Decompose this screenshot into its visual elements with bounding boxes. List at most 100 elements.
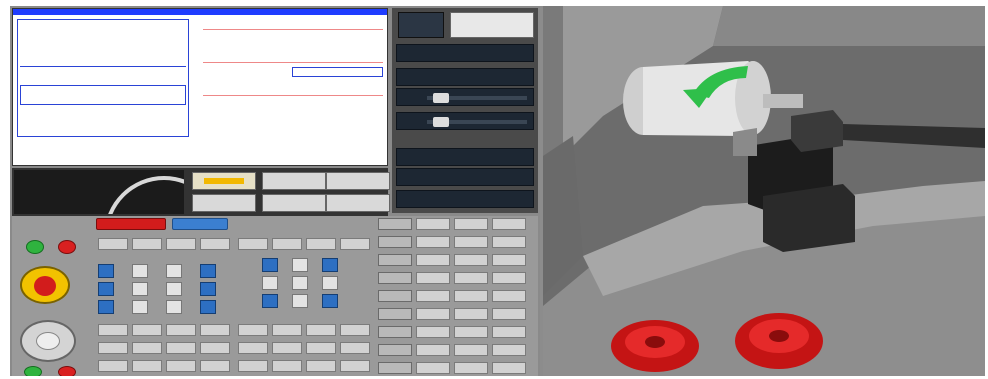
address-key[interactable] [492, 236, 526, 248]
function-key[interactable] [132, 360, 162, 372]
address-key[interactable] [454, 272, 488, 284]
address-key[interactable] [378, 272, 412, 284]
key[interactable] [272, 342, 302, 354]
address-key[interactable] [454, 362, 488, 374]
address-key[interactable] [416, 362, 450, 374]
jog-key[interactable] [200, 300, 216, 314]
mode-key[interactable] [98, 238, 128, 250]
cycle-start-button[interactable] [26, 240, 44, 254]
key[interactable] [340, 324, 370, 336]
jog-key[interactable] [166, 300, 182, 314]
jog-key[interactable] [166, 282, 182, 296]
function-key[interactable] [200, 360, 230, 372]
axis-key[interactable] [340, 238, 370, 250]
address-key[interactable] [378, 362, 412, 374]
jog-key[interactable] [98, 264, 114, 278]
address-key[interactable] [378, 218, 412, 230]
arrow-key[interactable] [262, 258, 278, 272]
arrow-down-key[interactable] [292, 294, 308, 308]
function-key[interactable] [98, 342, 128, 354]
address-key[interactable] [416, 272, 450, 284]
function-key[interactable] [132, 324, 162, 336]
key[interactable] [272, 324, 302, 336]
address-key[interactable] [454, 326, 488, 338]
address-key[interactable] [492, 344, 526, 356]
key[interactable] [340, 342, 370, 354]
reset-button[interactable] [96, 218, 166, 230]
address-key[interactable] [492, 218, 526, 230]
address-key[interactable] [416, 326, 450, 338]
address-key[interactable] [454, 236, 488, 248]
arrow-left-key[interactable] [262, 276, 278, 290]
address-key[interactable] [378, 290, 412, 302]
feedrate-knob[interactable] [20, 320, 76, 362]
feed-hold-button[interactable] [58, 240, 76, 254]
jog-key[interactable] [166, 264, 182, 278]
address-key[interactable] [416, 308, 450, 320]
axis-key[interactable] [306, 238, 336, 250]
address-key[interactable] [454, 254, 488, 266]
address-key[interactable] [454, 218, 488, 230]
address-key[interactable] [492, 308, 526, 320]
jog-key[interactable] [200, 264, 216, 278]
jog-key[interactable] [98, 282, 114, 296]
key[interactable] [238, 360, 268, 372]
address-key[interactable] [454, 308, 488, 320]
mode-key[interactable] [200, 238, 230, 250]
address-key[interactable] [416, 344, 450, 356]
function-key[interactable] [200, 342, 230, 354]
key[interactable] [238, 324, 268, 336]
address-key[interactable] [378, 326, 412, 338]
help-button[interactable] [172, 218, 228, 230]
function-key[interactable] [98, 324, 128, 336]
key[interactable] [340, 360, 370, 372]
address-key[interactable] [492, 290, 526, 302]
address-key[interactable] [492, 326, 526, 338]
key[interactable] [238, 342, 268, 354]
jog-key[interactable] [132, 300, 148, 314]
jog-key[interactable] [98, 300, 114, 314]
key[interactable] [306, 324, 336, 336]
jog-key[interactable] [132, 282, 148, 296]
slider-handle[interactable] [433, 93, 449, 103]
slider-handle[interactable] [433, 117, 449, 127]
address-key[interactable] [416, 254, 450, 266]
emergency-stop-button[interactable] [20, 266, 70, 304]
function-key[interactable] [132, 342, 162, 354]
arrow-up-key[interactable] [292, 258, 308, 272]
arrow-right-key[interactable] [322, 276, 338, 290]
axis-key[interactable] [272, 238, 302, 250]
address-key[interactable] [378, 308, 412, 320]
jog-key[interactable] [132, 264, 148, 278]
mdi-input-box[interactable] [20, 85, 186, 105]
power-off-button[interactable] [58, 366, 76, 376]
function-key[interactable] [200, 324, 230, 336]
function-key[interactable] [166, 360, 196, 372]
function-key[interactable] [98, 360, 128, 372]
mode-key[interactable] [132, 238, 162, 250]
arrow-key[interactable] [262, 294, 278, 308]
arrow-key[interactable] [322, 294, 338, 308]
key[interactable] [306, 342, 336, 354]
key[interactable] [272, 360, 302, 372]
address-key[interactable] [454, 290, 488, 302]
address-key[interactable] [378, 344, 412, 356]
address-key[interactable] [416, 290, 450, 302]
feed-override-slider[interactable] [396, 88, 534, 106]
address-key[interactable] [492, 362, 526, 374]
arrow-center-key[interactable] [292, 276, 308, 290]
address-key[interactable] [378, 254, 412, 266]
address-key[interactable] [416, 218, 450, 230]
mode-key[interactable] [166, 238, 196, 250]
axis-key[interactable] [238, 238, 268, 250]
arrow-key[interactable] [322, 258, 338, 272]
function-key[interactable] [166, 324, 196, 336]
power-on-button[interactable] [24, 366, 42, 376]
address-key[interactable] [416, 236, 450, 248]
machine-3d-viewport[interactable] [543, 6, 985, 376]
address-key[interactable] [454, 344, 488, 356]
address-key[interactable] [492, 254, 526, 266]
spindle-override-slider[interactable] [396, 112, 534, 130]
address-key[interactable] [492, 272, 526, 284]
jog-key[interactable] [200, 282, 216, 296]
